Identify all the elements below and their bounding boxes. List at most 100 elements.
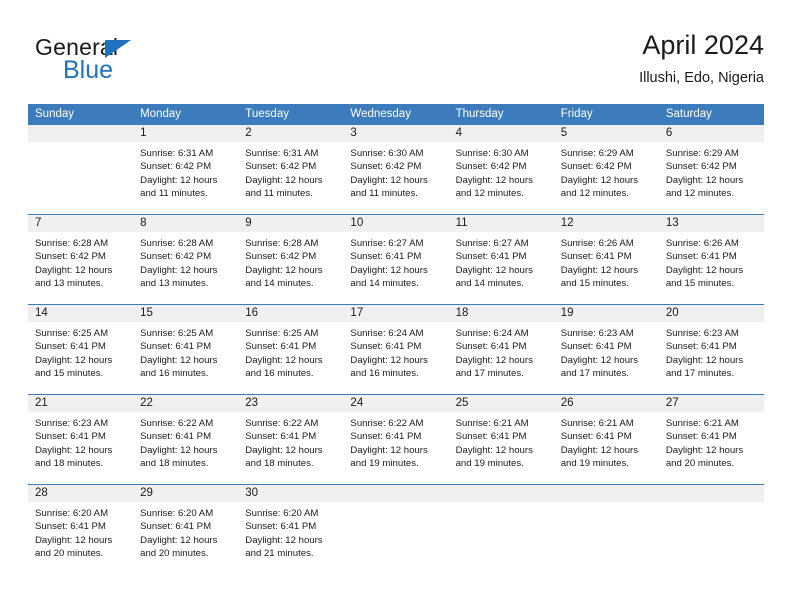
day-cell[interactable]: 25 Sunrise: 6:21 AM Sunset: 6:41 PM Dayligh… xyxy=(448,395,554,484)
day-cell[interactable]: 3 Sunrise: 6:30 AM Sunset: 6:42 PM Daylight… xyxy=(343,125,449,214)
daylight-text-line1: Daylight: 12 hours xyxy=(350,174,428,186)
day-number: 12 xyxy=(553,215,659,232)
day-cell-empty xyxy=(553,485,659,574)
day-cell[interactable]: 18 Sunrise: 6:24 AM Sunset: 6:41 PM Dayligh… xyxy=(448,305,554,394)
daylight-text-line1: Daylight: 12 hours xyxy=(350,354,428,366)
daylight-text-line1: Daylight: 12 hours xyxy=(35,264,113,276)
day-info: Sunrise: 6:20 AM Sunset: 6:41 PM Daylight:… xyxy=(238,502,343,560)
day-number: 14 xyxy=(28,305,134,322)
day-cell[interactable]: 11 Sunrise: 6:27 AM Sunset: 6:41 PM Dayligh… xyxy=(448,215,554,304)
daylight-text-line1: Daylight: 12 hours xyxy=(560,174,639,186)
daylight-text-line2: and 16 minutes. xyxy=(140,367,209,379)
sunrise-text: Sunrise: 6:23 AM xyxy=(560,328,634,339)
sunset-text: Sunset: 6:41 PM xyxy=(350,251,422,263)
day-number xyxy=(343,485,449,502)
day-cell[interactable]: 29 Sunrise: 6:20 AM Sunset: 6:41 PM Dayligh… xyxy=(133,485,239,574)
sunset-text: Sunset: 6:41 PM xyxy=(245,521,317,533)
day-cell[interactable]: 8 Sunrise: 6:28 AM Sunset: 6:42 PM Daylight… xyxy=(133,215,239,304)
sunrise-text: Sunrise: 6:29 AM xyxy=(560,148,634,159)
sunset-text: Sunset: 6:42 PM xyxy=(140,251,212,263)
sunrise-text: Sunrise: 6:24 AM xyxy=(455,328,529,339)
sunrise-text: Sunrise: 6:20 AM xyxy=(140,508,214,519)
day-info: Sunrise: 6:27 AM Sunset: 6:41 PM Daylight:… xyxy=(343,232,448,290)
daylight-text-line2: and 20 minutes. xyxy=(140,547,209,559)
day-cell-empty xyxy=(448,485,554,574)
daylight-text-line1: Daylight: 12 hours xyxy=(455,174,533,186)
day-cell[interactable]: 6 Sunrise: 6:29 AM Sunset: 6:42 PM Daylight… xyxy=(658,125,764,214)
sunrise-text: Sunrise: 6:22 AM xyxy=(245,418,319,429)
day-cell[interactable]: 16 Sunrise: 6:25 AM Sunset: 6:41 PM Dayligh… xyxy=(238,305,344,394)
day-number: 16 xyxy=(238,305,344,322)
daylight-text-line2: and 14 minutes. xyxy=(350,277,419,289)
day-cell[interactable]: 19 Sunrise: 6:23 AM Sunset: 6:41 PM Dayligh… xyxy=(553,305,659,394)
sunset-text: Sunset: 6:41 PM xyxy=(350,431,422,443)
day-cell[interactable]: 5 Sunrise: 6:29 AM Sunset: 6:42 PM Daylight… xyxy=(553,125,659,214)
day-cell[interactable]: 30 Sunrise: 6:20 AM Sunset: 6:41 PM Dayligh… xyxy=(238,485,344,574)
day-cell[interactable]: 28 Sunrise: 6:20 AM Sunset: 6:41 PM Dayligh… xyxy=(28,485,134,574)
day-cell[interactable]: 14 Sunrise: 6:25 AM Sunset: 6:41 PM Dayligh… xyxy=(28,305,134,394)
sunset-text: Sunset: 6:41 PM xyxy=(665,251,737,263)
day-cell[interactable]: 20 Sunrise: 6:23 AM Sunset: 6:41 PM Dayligh… xyxy=(658,305,764,394)
calendar-week-inner: 1 Sunrise: 6:31 AM Sunset: 6:42 PM Daylight… xyxy=(28,125,764,214)
day-cell[interactable]: 2 Sunrise: 6:31 AM Sunset: 6:42 PM Daylight… xyxy=(238,125,344,214)
day-number: 28 xyxy=(28,485,134,502)
daylight-text-line1: Daylight: 12 hours xyxy=(245,174,323,186)
day-cell[interactable]: 26 Sunrise: 6:21 AM Sunset: 6:41 PM Dayligh… xyxy=(553,395,659,484)
day-number xyxy=(553,485,659,502)
day-info: Sunrise: 6:24 AM Sunset: 6:41 PM Daylight:… xyxy=(343,322,448,380)
day-cell[interactable]: 17 Sunrise: 6:24 AM Sunset: 6:41 PM Dayligh… xyxy=(343,305,449,394)
daylight-text-line1: Daylight: 12 hours xyxy=(665,444,744,456)
day-info: Sunrise: 6:24 AM Sunset: 6:41 PM Daylight:… xyxy=(449,322,554,380)
daylight-text-line1: Daylight: 12 hours xyxy=(35,444,113,456)
daylight-text-line1: Daylight: 12 hours xyxy=(245,444,323,456)
daylight-text-line2: and 18 minutes. xyxy=(245,457,314,469)
day-info: Sunrise: 6:20 AM Sunset: 6:41 PM Daylight:… xyxy=(133,502,238,560)
day-cell[interactable]: 12 Sunrise: 6:26 AM Sunset: 6:41 PM Dayligh… xyxy=(553,215,659,304)
sunset-text: Sunset: 6:41 PM xyxy=(455,341,527,353)
day-number: 5 xyxy=(553,125,659,142)
brand-logo[interactable]: General Blue xyxy=(28,34,268,92)
page-subtitle: Illushi, Edo, Nigeria xyxy=(639,70,764,86)
day-cell[interactable]: 10 Sunrise: 6:27 AM Sunset: 6:41 PM Dayligh… xyxy=(343,215,449,304)
title-block: April 2024 Illushi, Edo, Nigeria xyxy=(639,28,764,89)
day-number: 6 xyxy=(658,125,764,142)
day-cell[interactable]: 21 Sunrise: 6:23 AM Sunset: 6:41 PM Dayligh… xyxy=(28,395,134,484)
daylight-text-line2: and 14 minutes. xyxy=(245,277,314,289)
day-number: 3 xyxy=(343,125,449,142)
page-title: April 2024 xyxy=(642,30,764,60)
daylight-text-line2: and 19 minutes. xyxy=(560,457,629,469)
sunset-text: Sunset: 6:41 PM xyxy=(560,251,632,263)
day-number: 13 xyxy=(658,215,764,232)
day-cell[interactable]: 15 Sunrise: 6:25 AM Sunset: 6:41 PM Dayligh… xyxy=(133,305,239,394)
day-cell[interactable]: 1 Sunrise: 6:31 AM Sunset: 6:42 PM Daylight… xyxy=(133,125,239,214)
day-number: 29 xyxy=(133,485,239,502)
daylight-text-line1: Daylight: 12 hours xyxy=(245,534,323,546)
daylight-text-line1: Daylight: 12 hours xyxy=(665,174,744,186)
sunrise-text: Sunrise: 6:20 AM xyxy=(245,508,319,519)
day-info: Sunrise: 6:22 AM Sunset: 6:41 PM Daylight:… xyxy=(133,412,238,470)
weekday-header-monday: Monday xyxy=(140,108,182,120)
day-cell[interactable]: 7 Sunrise: 6:28 AM Sunset: 6:42 PM Daylight… xyxy=(28,215,134,304)
sunrise-text: Sunrise: 6:31 AM xyxy=(245,148,319,159)
day-cell[interactable]: 13 Sunrise: 6:26 AM Sunset: 6:41 PM Dayligh… xyxy=(658,215,764,304)
sunset-text: Sunset: 6:41 PM xyxy=(245,341,317,353)
daylight-text-line1: Daylight: 12 hours xyxy=(455,444,533,456)
day-cell[interactable]: 27 Sunrise: 6:21 AM Sunset: 6:41 PM Dayligh… xyxy=(658,395,764,484)
day-number: 24 xyxy=(343,395,449,412)
calendar-week-row: 1 Sunrise: 6:31 AM Sunset: 6:42 PM Daylight… xyxy=(28,125,764,214)
day-cell[interactable]: 4 Sunrise: 6:30 AM Sunset: 6:42 PM Daylight… xyxy=(448,125,554,214)
sunrise-text: Sunrise: 6:22 AM xyxy=(140,418,214,429)
day-cell[interactable]: 9 Sunrise: 6:28 AM Sunset: 6:42 PM Daylight… xyxy=(238,215,344,304)
day-info: Sunrise: 6:21 AM Sunset: 6:41 PM Daylight:… xyxy=(449,412,554,470)
day-number: 22 xyxy=(133,395,239,412)
day-info: Sunrise: 6:28 AM Sunset: 6:42 PM Daylight:… xyxy=(238,232,343,290)
day-number: 19 xyxy=(553,305,659,322)
day-cell[interactable]: 24 Sunrise: 6:22 AM Sunset: 6:41 PM Dayligh… xyxy=(343,395,449,484)
day-info: Sunrise: 6:23 AM Sunset: 6:41 PM Daylight:… xyxy=(28,412,133,470)
daylight-text-line2: and 11 minutes. xyxy=(350,187,418,199)
daylight-text-line2: and 13 minutes. xyxy=(140,277,209,289)
day-cell[interactable]: 22 Sunrise: 6:22 AM Sunset: 6:41 PM Dayligh… xyxy=(133,395,239,484)
daylight-text-line2: and 20 minutes. xyxy=(35,547,104,559)
daylight-text-line2: and 12 minutes. xyxy=(665,187,735,199)
day-cell[interactable]: 23 Sunrise: 6:22 AM Sunset: 6:41 PM Dayligh… xyxy=(238,395,344,484)
